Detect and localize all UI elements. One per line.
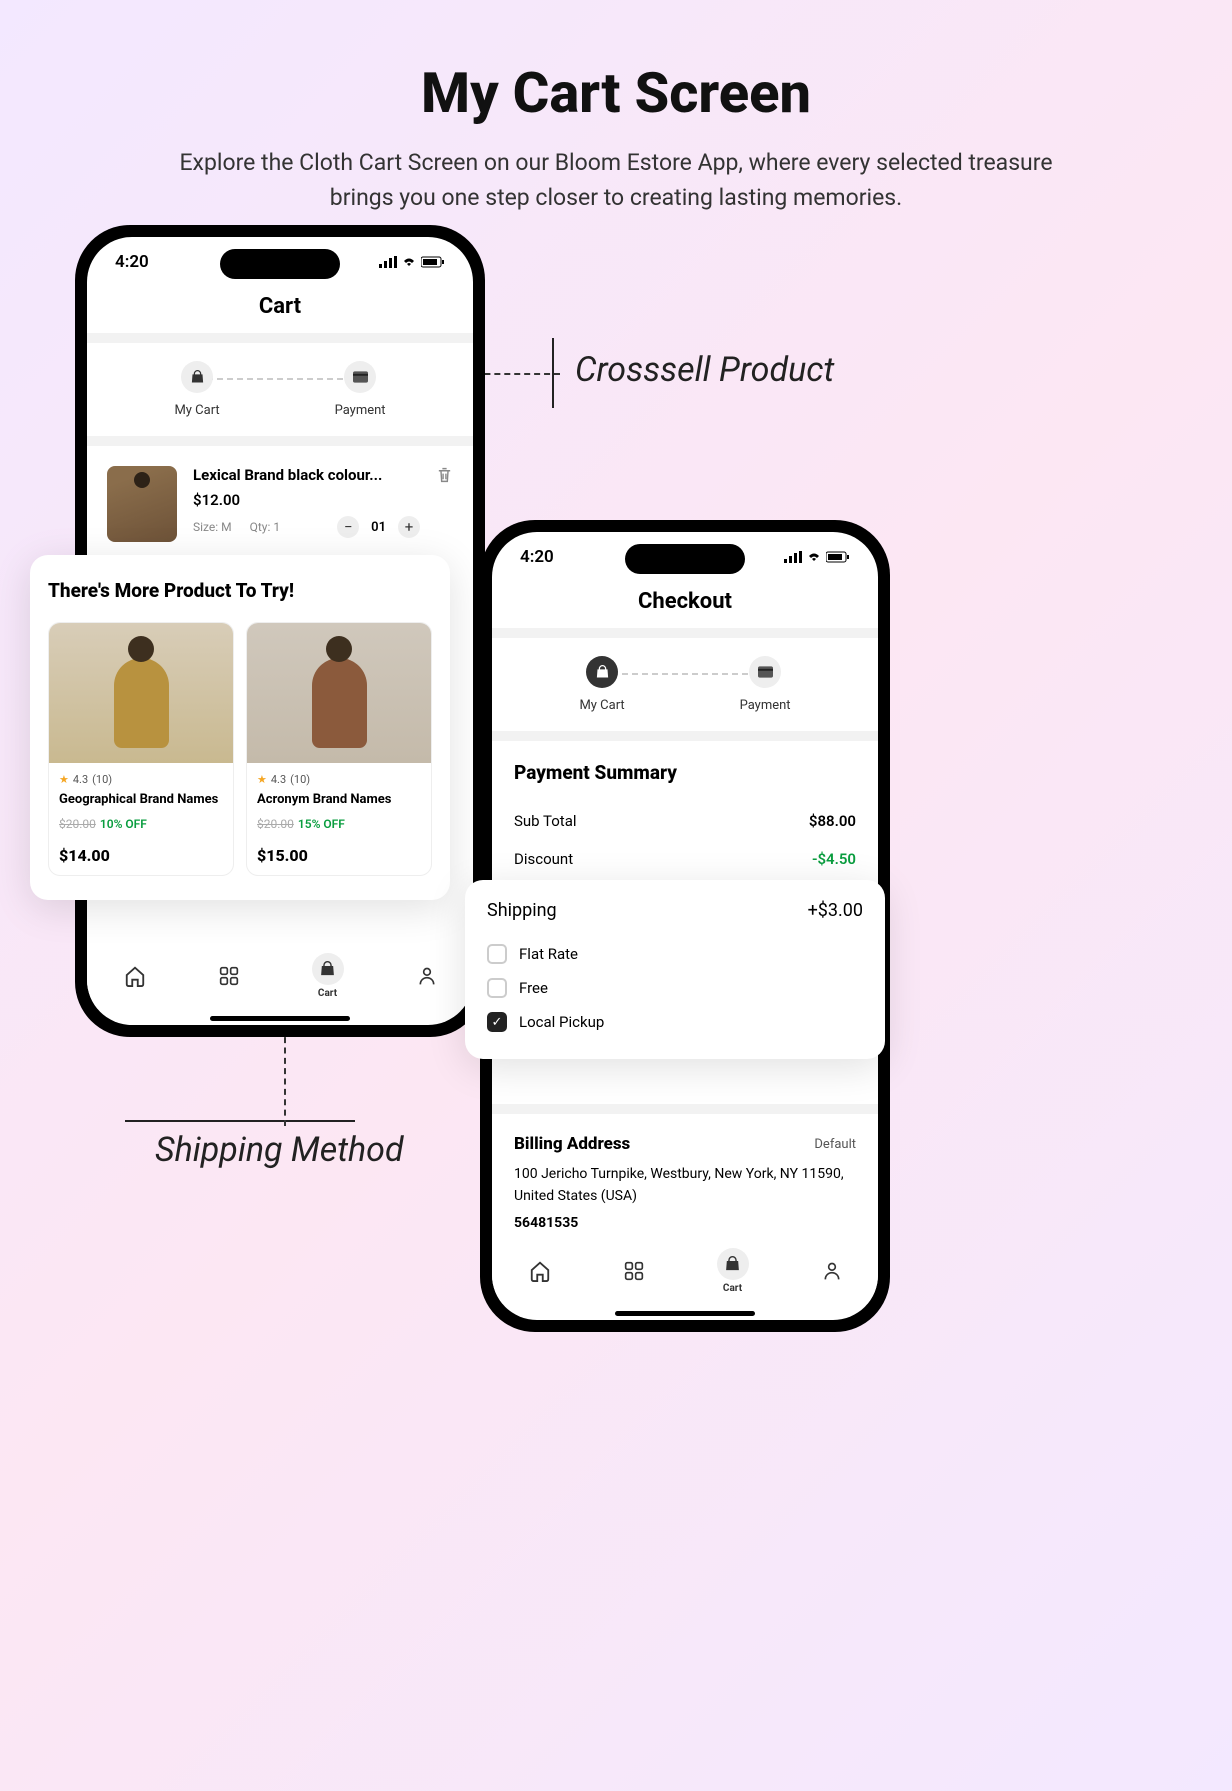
step-payment[interactable]: Payment — [740, 656, 791, 713]
product-image — [49, 623, 233, 763]
step-my-cart[interactable]: My Cart — [174, 361, 219, 418]
item-size: Size: M — [193, 520, 232, 534]
nav-home[interactable] — [124, 965, 146, 987]
cart-item: Lexical Brand black colour... $12.00 Siz… — [87, 446, 473, 562]
shipping-method-panel: Shipping +$3.00 Flat Rate Free ✓Local Pi… — [465, 880, 885, 1059]
signal-icon — [784, 551, 802, 563]
product-image[interactable] — [107, 466, 177, 542]
annotation-shipping: Shipping Method — [155, 1130, 404, 1170]
summary-row-discount: Discount-$4.50 — [514, 840, 856, 878]
product-name: Geographical Brand Names — [59, 792, 223, 807]
annotation-crosssell: Crosssell Product — [575, 350, 834, 390]
grid-icon — [624, 1261, 644, 1281]
signal-icon — [379, 256, 397, 268]
bottom-nav: Cart — [87, 943, 473, 1009]
user-icon — [822, 1260, 842, 1282]
billing-line: 100 Jericho Turnpike, Westbury, New York… — [514, 1164, 856, 1207]
status-icons — [379, 252, 445, 272]
qty-decrease-button[interactable]: − — [337, 516, 359, 538]
shipping-option-free[interactable]: Free — [487, 971, 863, 1005]
checkbox-checked-icon: ✓ — [487, 1012, 507, 1032]
product-image — [247, 623, 431, 763]
bag-icon — [190, 370, 205, 385]
discount-label: 15% OFF — [298, 817, 345, 831]
item-qty-label: Qty: 1 — [250, 520, 281, 534]
product-price: $15.00 — [257, 846, 421, 865]
nav-categories[interactable] — [624, 1261, 644, 1281]
battery-icon — [421, 256, 445, 268]
billing-phone: 56481535 — [514, 1213, 856, 1235]
nav-label: Cart — [318, 988, 337, 999]
product-rating: ★4.3(10) — [59, 773, 223, 786]
shipping-amount: +$3.00 — [808, 900, 863, 921]
billing-title: Billing Address — [514, 1134, 630, 1154]
progress-stepper: My Cart Payment — [87, 343, 473, 436]
step-label: Payment — [335, 403, 386, 418]
nav-profile[interactable] — [822, 1260, 842, 1282]
star-icon: ★ — [257, 773, 267, 786]
status-time: 4:20 — [115, 252, 149, 272]
discount-label: 10% OFF — [100, 817, 147, 831]
home-icon — [529, 1260, 551, 1282]
step-payment[interactable]: Payment — [335, 361, 386, 418]
step-label: Payment — [740, 698, 791, 713]
home-indicator[interactable] — [210, 1016, 350, 1021]
status-time: 4:20 — [520, 547, 554, 567]
checkbox-icon — [487, 944, 507, 964]
item-price: $12.00 — [193, 491, 420, 509]
crosssell-panel: There's More Product To Try! ★4.3(10) Ge… — [30, 555, 450, 900]
qty-value: 01 — [371, 520, 386, 535]
nav-cart[interactable]: Cart — [717, 1248, 749, 1294]
step-label: My Cart — [174, 403, 219, 418]
nav-home[interactable] — [529, 1260, 551, 1282]
home-icon — [124, 965, 146, 987]
user-icon — [417, 965, 437, 987]
bag-icon — [595, 665, 610, 680]
billing-default-label[interactable]: Default — [814, 1137, 856, 1152]
home-indicator[interactable] — [615, 1311, 755, 1316]
shipping-option-flat-rate[interactable]: Flat Rate — [487, 937, 863, 971]
progress-stepper: My Cart Payment — [492, 638, 878, 731]
product-price: $14.00 — [59, 846, 223, 865]
qty-increase-button[interactable]: + — [398, 516, 420, 538]
wifi-icon — [401, 256, 417, 268]
product-card[interactable]: SALE ★4.3(10) Acronym Brand Names $20.00… — [246, 622, 432, 876]
card-icon — [353, 371, 368, 383]
screen-title: Cart — [87, 280, 473, 333]
old-price: $20.00 — [59, 817, 96, 831]
old-price: $20.00 — [257, 817, 294, 831]
summary-row-subtotal: Sub Total$88.00 — [514, 802, 856, 840]
item-name: Lexical Brand black colour... — [193, 466, 420, 484]
nav-profile[interactable] — [417, 965, 437, 987]
page-subtitle: Explore the Cloth Cart Screen on our Blo… — [166, 146, 1066, 215]
bag-icon — [724, 1256, 741, 1273]
step-label: My Cart — [579, 698, 624, 713]
bottom-nav: Cart — [492, 1238, 878, 1304]
delete-button[interactable] — [436, 466, 453, 489]
status-icons — [784, 547, 850, 567]
battery-icon — [826, 551, 850, 563]
product-name: Acronym Brand Names — [257, 792, 421, 807]
hero: My Cart Screen Explore the Cloth Cart Sc… — [50, 60, 1182, 215]
product-rating: ★4.3(10) — [257, 773, 421, 786]
checkbox-icon — [487, 978, 507, 998]
shipping-option-local-pickup[interactable]: ✓Local Pickup — [487, 1005, 863, 1039]
nav-categories[interactable] — [219, 966, 239, 986]
shipping-title: Shipping — [487, 900, 557, 921]
star-icon: ★ — [59, 773, 69, 786]
wifi-icon — [806, 551, 822, 563]
grid-icon — [219, 966, 239, 986]
page-title: My Cart Screen — [50, 60, 1182, 126]
notch — [220, 249, 340, 279]
crosssell-title: There's More Product To Try! — [48, 579, 432, 602]
step-my-cart[interactable]: My Cart — [579, 656, 624, 713]
card-icon — [758, 666, 773, 678]
payment-summary-title: Payment Summary — [514, 761, 856, 784]
nav-label: Cart — [723, 1283, 742, 1294]
notch — [625, 544, 745, 574]
bag-icon — [319, 961, 336, 978]
product-card[interactable]: ★4.3(10) Geographical Brand Names $20.00… — [48, 622, 234, 876]
screen-title: Checkout — [492, 575, 878, 628]
nav-cart[interactable]: Cart — [312, 953, 344, 999]
